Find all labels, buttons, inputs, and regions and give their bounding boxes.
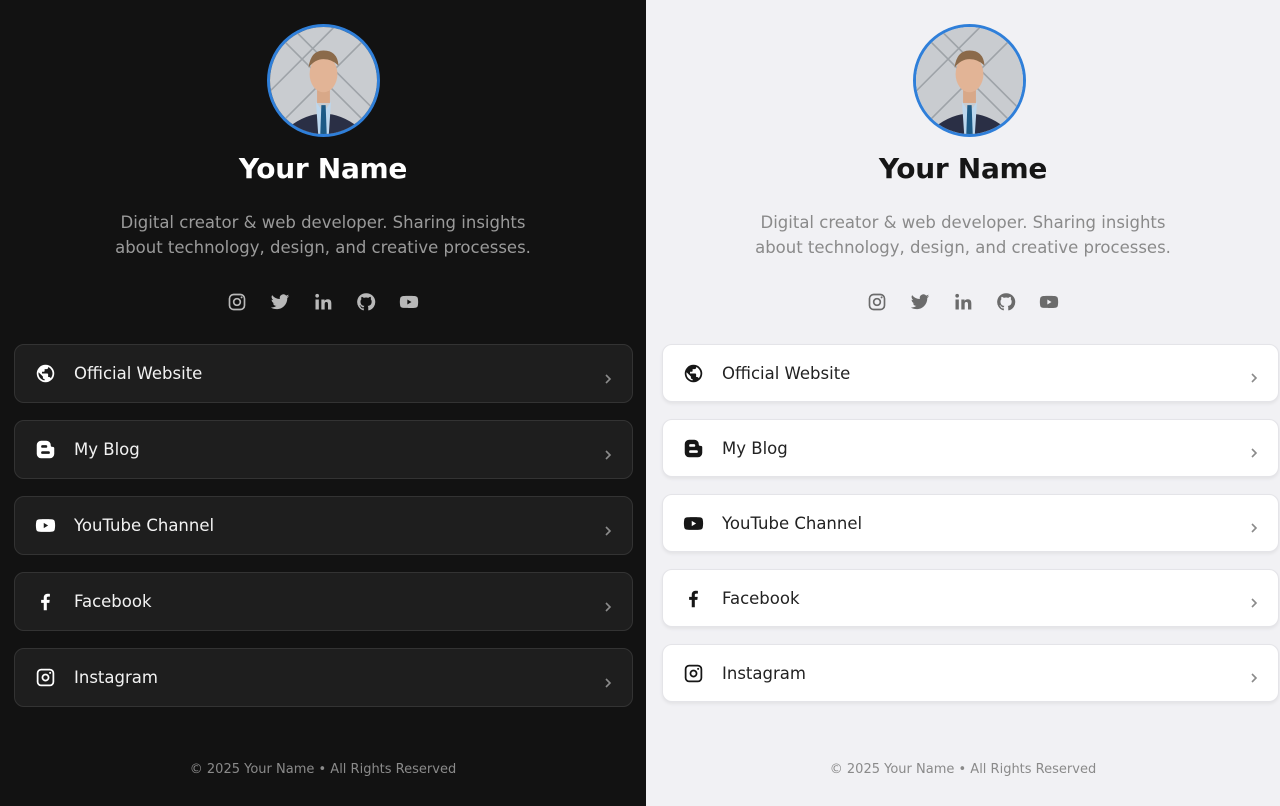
link-label: YouTube Channel: [74, 516, 215, 535]
profile-bio: Digital creator & web developer. Sharing…: [115, 213, 531, 257]
link-label: Official Website: [722, 363, 851, 383]
blogger-icon: [34, 439, 56, 461]
link-label: Official Website: [74, 364, 203, 383]
chevron-right-icon: [604, 597, 612, 612]
link-my-blog[interactable]: My Blog: [662, 419, 1279, 477]
chevron-right-icon: [604, 369, 612, 384]
dark-theme-panel: Your Name Digital creator & web develope…: [0, 0, 646, 806]
chevron-right-icon: [1250, 368, 1258, 383]
youtube-icon: [34, 515, 56, 537]
profile-bio: Digital creator & web developer. Sharing…: [755, 213, 1171, 257]
link-label: My Blog: [722, 438, 788, 458]
chevron-right-icon: [604, 445, 612, 460]
profile-name: Your Name: [238, 152, 408, 185]
youtube-icon[interactable]: [1039, 290, 1060, 314]
linkedin-icon[interactable]: [313, 290, 334, 314]
link-label: Instagram: [722, 663, 806, 683]
chevron-right-icon: [604, 673, 612, 688]
light-theme-panel: Your Name Digital creator & web develope…: [646, 0, 1280, 806]
instagram-icon: [682, 662, 704, 684]
chevron-right-icon: [1250, 593, 1258, 608]
blogger-icon: [682, 437, 704, 459]
link-label: YouTube Channel: [722, 513, 863, 533]
twitter-icon[interactable]: [270, 290, 291, 314]
twitter-icon[interactable]: [910, 290, 931, 314]
youtube-icon[interactable]: [399, 290, 420, 314]
globe-icon: [682, 362, 704, 384]
link-instagram[interactable]: Instagram: [662, 644, 1279, 702]
instagram-icon[interactable]: [867, 290, 888, 314]
link-my-blog[interactable]: My Blog: [14, 420, 633, 479]
avatar: [913, 24, 1026, 137]
links-list: Official Website My Blog YouTube Channel…: [662, 344, 1279, 719]
github-icon[interactable]: [996, 290, 1017, 314]
link-facebook[interactable]: Facebook: [662, 569, 1279, 627]
youtube-icon: [682, 512, 704, 534]
chevron-right-icon: [604, 521, 612, 536]
footer-copyright: © 2025 Your Name • All Rights Reserved: [189, 762, 457, 777]
linkedin-icon[interactable]: [953, 290, 974, 314]
link-youtube-channel[interactable]: YouTube Channel: [14, 496, 633, 555]
globe-icon: [34, 363, 56, 385]
chevron-right-icon: [1250, 518, 1258, 533]
instagram-icon[interactable]: [227, 290, 248, 314]
facebook-icon: [682, 587, 704, 609]
chevron-right-icon: [1250, 668, 1258, 683]
link-official-website[interactable]: Official Website: [662, 344, 1279, 402]
social-icons-row: [646, 290, 1280, 314]
links-list: Official Website My Blog YouTube Channel…: [14, 344, 633, 724]
profile-name: Your Name: [878, 152, 1048, 185]
link-label: Instagram: [74, 668, 158, 687]
link-facebook[interactable]: Facebook: [14, 572, 633, 631]
link-label: My Blog: [74, 440, 140, 459]
link-instagram[interactable]: Instagram: [14, 648, 633, 707]
avatar: [267, 24, 380, 137]
link-label: Facebook: [74, 592, 152, 611]
link-youtube-channel[interactable]: YouTube Channel: [662, 494, 1279, 552]
social-icons-row: [0, 290, 646, 314]
github-icon[interactable]: [356, 290, 377, 314]
link-label: Facebook: [722, 588, 800, 608]
instagram-icon: [34, 667, 56, 689]
footer-copyright: © 2025 Your Name • All Rights Reserved: [829, 762, 1097, 777]
link-official-website[interactable]: Official Website: [14, 344, 633, 403]
chevron-right-icon: [1250, 443, 1258, 458]
facebook-icon: [34, 591, 56, 613]
